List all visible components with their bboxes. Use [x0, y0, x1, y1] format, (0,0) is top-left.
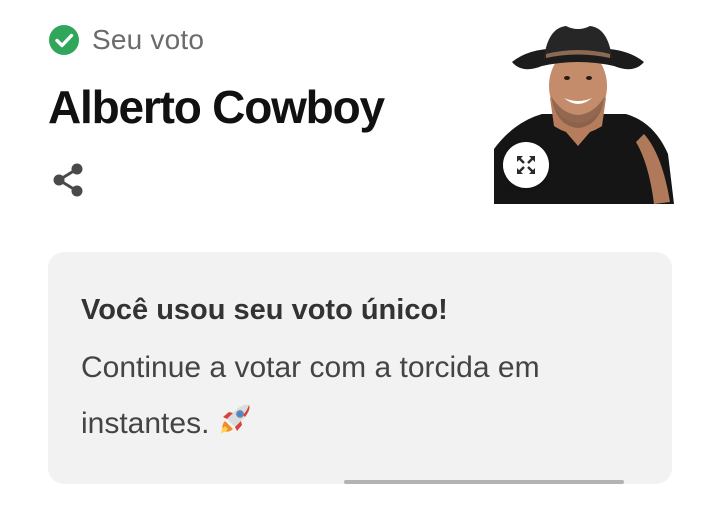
vote-result-page: Seu voto Alberto Cowboy Você usou seu vo…	[0, 0, 719, 510]
message-card: Você usou seu voto único! Continue a vot…	[48, 252, 672, 484]
message-body: Continue a votar com a torcida em instan…	[81, 340, 641, 452]
expand-photo-button[interactable]	[503, 142, 549, 188]
candidate-name: Alberto Cowboy	[48, 81, 385, 133]
card-scrollbar[interactable]	[344, 480, 624, 484]
share-button[interactable]	[50, 162, 86, 198]
expand-icon	[517, 156, 535, 174]
share-icon	[53, 163, 83, 197]
message-body-text: Continue a votar com a torcida em instan…	[81, 351, 540, 440]
rocket-icon	[221, 404, 250, 433]
message-title: Você usou seu voto único!	[81, 294, 448, 326]
check-circle-icon	[49, 25, 79, 55]
vote-status: Seu voto	[48, 24, 204, 56]
vote-status-label: Seu voto	[92, 24, 205, 55]
